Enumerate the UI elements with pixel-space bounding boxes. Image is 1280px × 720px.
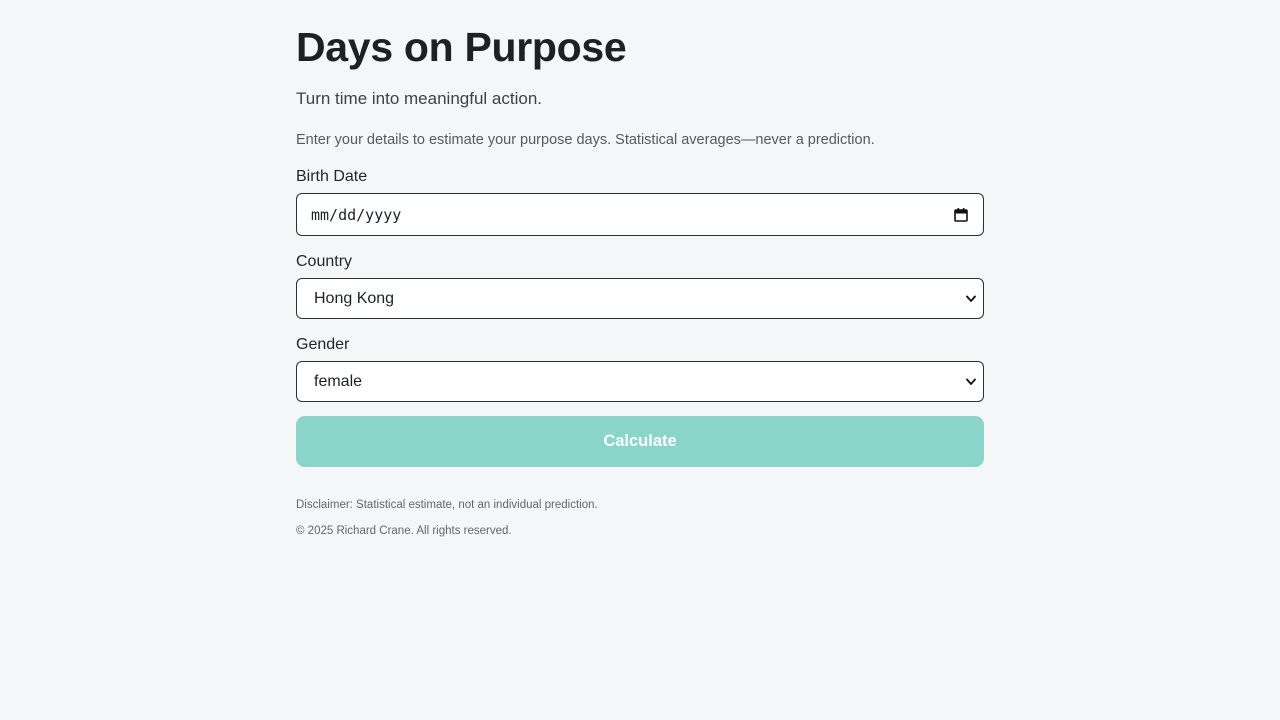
chevron-down-icon <box>965 376 977 388</box>
country-select[interactable]: Hong Kong <box>296 278 984 319</box>
calculate-button[interactable]: Calculate <box>296 416 984 467</box>
country-selected-value: Hong Kong <box>314 289 395 307</box>
copyright-text: © 2025 Richard Crane. All rights reserve… <box>296 525 512 537</box>
calendar-icon[interactable] <box>953 207 969 223</box>
country-label: Country <box>296 253 353 270</box>
gender-select[interactable]: female <box>296 361 984 402</box>
chevron-down-icon <box>965 293 977 305</box>
gender-label: Gender <box>296 336 350 353</box>
birth-date-placeholder: mm/dd/yyyy <box>311 205 402 224</box>
intro-text: Enter your details to estimate your purp… <box>296 132 875 148</box>
gender-selected-value: female <box>314 372 363 390</box>
disclaimer-text: Disclaimer: Statistical estimate, not an… <box>296 499 598 511</box>
birth-date-label: Birth Date <box>296 168 368 185</box>
birth-date-input[interactable]: mm/dd/yyyy <box>296 193 984 236</box>
page-title: Days on Purpose <box>296 24 627 70</box>
tagline: Turn time into meaningful action. <box>296 89 542 108</box>
